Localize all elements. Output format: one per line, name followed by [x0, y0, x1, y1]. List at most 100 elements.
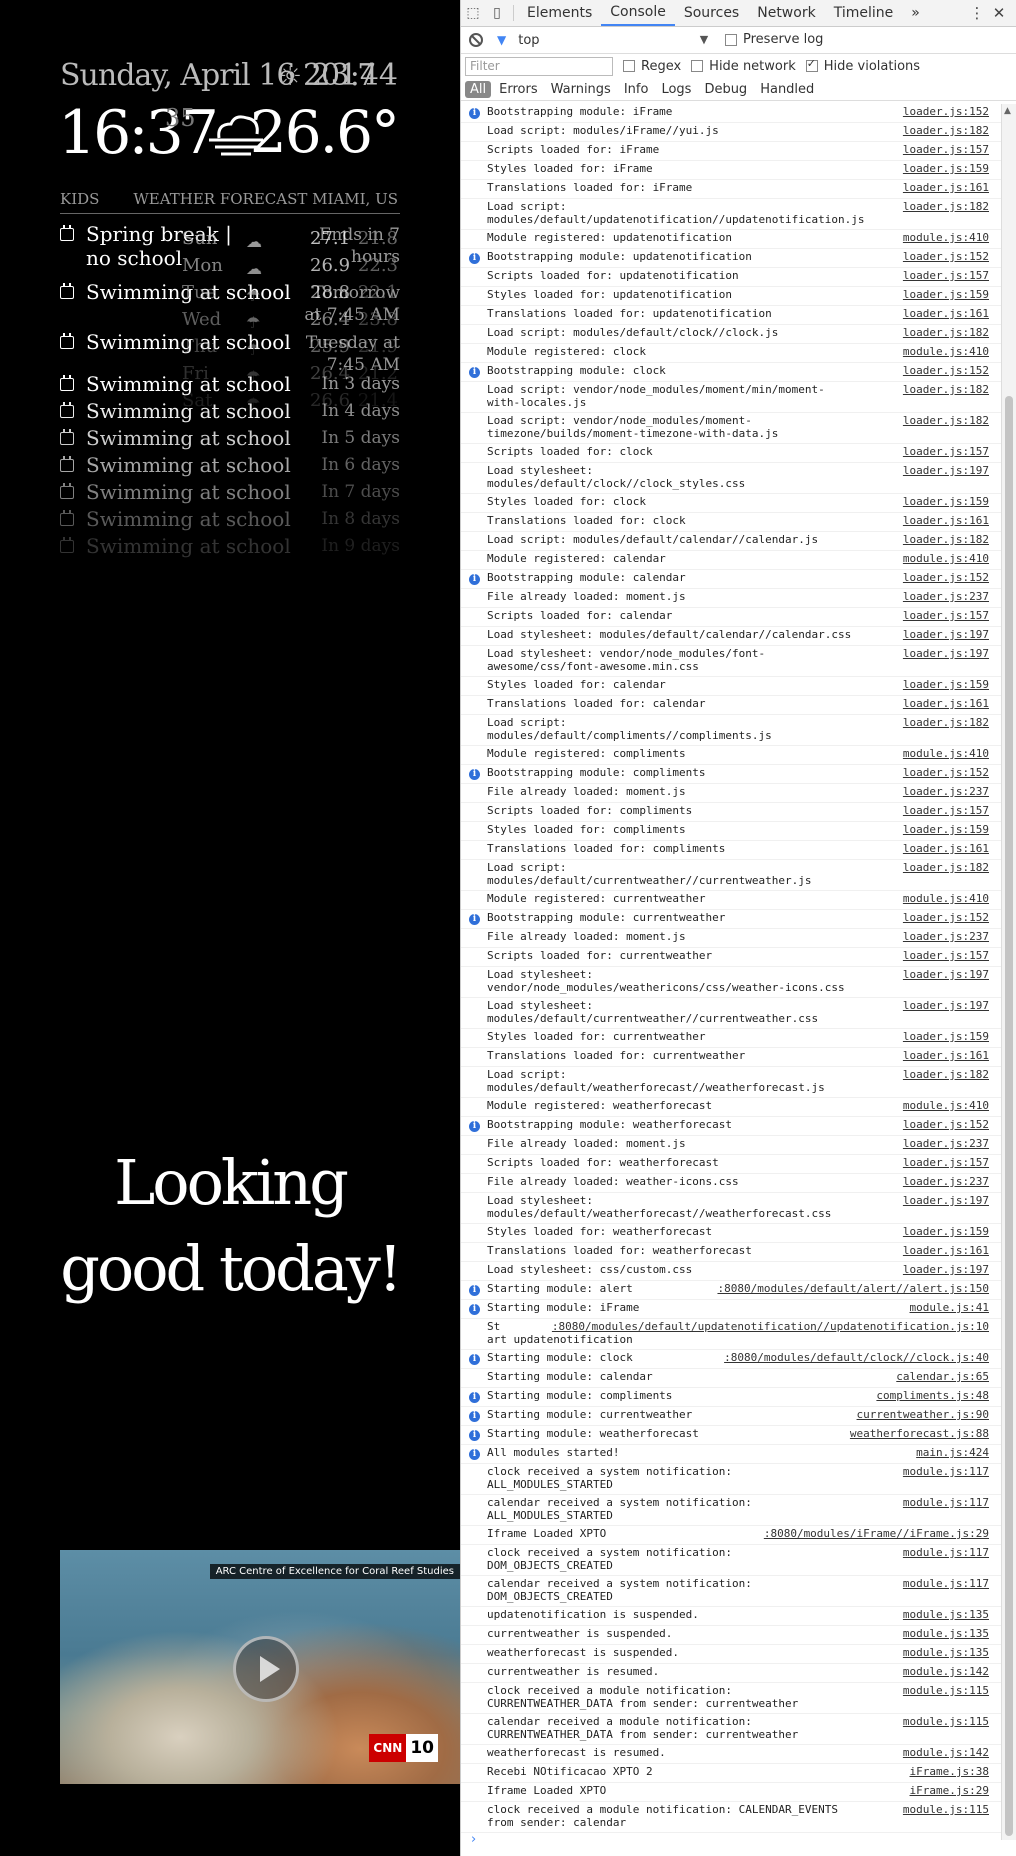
source-link[interactable]: loader.js:152 — [903, 105, 989, 118]
source-link[interactable]: loader.js:182 — [903, 383, 989, 396]
tab-network[interactable]: Network — [748, 0, 824, 26]
tab-elements[interactable]: Elements — [518, 0, 601, 26]
source-link[interactable]: loader.js:159 — [903, 1225, 989, 1238]
source-link[interactable]: loader.js:237 — [903, 930, 989, 943]
source-link[interactable]: module.js:410 — [903, 231, 989, 244]
source-link[interactable]: loader.js:157 — [903, 949, 989, 962]
source-link[interactable]: loader.js:182 — [903, 326, 989, 339]
source-link[interactable]: weatherforecast.js:88 — [850, 1427, 989, 1440]
source-link[interactable]: compliments.js:48 — [876, 1389, 989, 1402]
source-link[interactable]: loader.js:157 — [903, 445, 989, 458]
source-link[interactable]: loader.js:159 — [903, 162, 989, 175]
source-link[interactable]: loader.js:161 — [903, 307, 989, 320]
level-info[interactable]: Info — [619, 81, 654, 98]
source-link[interactable]: loader.js:197 — [903, 1263, 989, 1276]
hide-network-checkbox[interactable] — [691, 60, 704, 72]
console-scrollbar[interactable]: ▲ — [1001, 104, 1016, 1840]
source-link[interactable]: module.js:410 — [903, 552, 989, 565]
source-link[interactable]: loader.js:157 — [903, 609, 989, 622]
hide-network-option[interactable]: Hide network — [691, 59, 796, 74]
source-link[interactable]: loader.js:161 — [903, 697, 989, 710]
source-link[interactable]: :8080/modules/iFrame//iFrame.js:29 — [764, 1527, 989, 1540]
source-link[interactable]: loader.js:152 — [903, 766, 989, 779]
preserve-log-checkbox[interactable] — [725, 33, 737, 46]
tab-console[interactable]: Console — [601, 0, 675, 26]
source-link[interactable]: module.js:117 — [903, 1546, 989, 1559]
play-icon[interactable] — [233, 1636, 299, 1702]
inspect-icon[interactable]: ⬚ — [461, 5, 485, 21]
source-link[interactable]: main.js:424 — [916, 1446, 989, 1459]
source-link[interactable]: module.js:135 — [903, 1646, 989, 1659]
source-link[interactable]: iFrame.js:38 — [910, 1765, 989, 1778]
source-link[interactable]: loader.js:159 — [903, 495, 989, 508]
source-link[interactable]: module.js:142 — [903, 1746, 989, 1759]
source-link[interactable]: loader.js:197 — [903, 968, 989, 981]
source-link[interactable]: loader.js:182 — [903, 200, 989, 213]
source-link[interactable]: loader.js:152 — [903, 911, 989, 924]
menu-icon[interactable]: ⋮ — [966, 0, 988, 26]
source-link[interactable]: loader.js:157 — [903, 804, 989, 817]
source-link[interactable]: loader.js:159 — [903, 1030, 989, 1043]
source-link[interactable]: module.js:135 — [903, 1608, 989, 1621]
source-link[interactable]: loader.js:182 — [903, 533, 989, 546]
regex-checkbox[interactable] — [623, 60, 635, 72]
level-errors[interactable]: Errors — [494, 81, 542, 98]
tab-sources[interactable]: Sources — [675, 0, 748, 26]
source-link[interactable]: loader.js:182 — [903, 414, 989, 427]
source-link[interactable]: loader.js:237 — [903, 590, 989, 603]
source-link[interactable]: module.js:115 — [903, 1715, 989, 1728]
source-link[interactable]: :8080/modules/default/updatenotification… — [552, 1320, 989, 1333]
source-link[interactable]: loader.js:161 — [903, 842, 989, 855]
hide-violations-option[interactable]: Hide violations — [805, 57, 920, 74]
filter-icon[interactable]: ▼ — [497, 33, 506, 47]
source-link[interactable]: loader.js:182 — [903, 124, 989, 137]
preserve-log-option[interactable]: Preserve log — [725, 32, 823, 47]
source-link[interactable]: module.js:410 — [903, 345, 989, 358]
source-link[interactable]: loader.js:197 — [903, 999, 989, 1012]
source-link[interactable]: loader.js:182 — [903, 1068, 989, 1081]
regex-option[interactable]: Regex — [623, 59, 681, 74]
source-link[interactable]: loader.js:159 — [903, 288, 989, 301]
source-link[interactable]: loader.js:161 — [903, 1244, 989, 1257]
source-link[interactable]: loader.js:152 — [903, 571, 989, 584]
source-link[interactable]: loader.js:157 — [903, 1156, 989, 1169]
source-link[interactable]: calendar.js:65 — [896, 1370, 989, 1383]
source-link[interactable]: loader.js:161 — [903, 181, 989, 194]
video-player[interactable]: ARC Centre of Excellence for Coral Reef … — [60, 1550, 460, 1784]
level-all[interactable]: All — [465, 80, 492, 98]
source-link[interactable]: module.js:115 — [903, 1684, 989, 1697]
level-logs[interactable]: Logs — [656, 81, 696, 98]
source-link[interactable]: currentweather.js:90 — [857, 1408, 989, 1421]
source-link[interactable]: module.js:117 — [903, 1496, 989, 1509]
source-link[interactable]: loader.js:159 — [903, 678, 989, 691]
hide-violations-checkbox[interactable] — [805, 57, 818, 72]
source-link[interactable]: loader.js:197 — [903, 464, 989, 477]
source-link[interactable]: loader.js:237 — [903, 1175, 989, 1188]
source-link[interactable]: loader.js:197 — [903, 647, 989, 660]
source-link[interactable]: loader.js:157 — [903, 269, 989, 282]
source-link[interactable]: loader.js:182 — [903, 716, 989, 729]
close-icon[interactable]: ✕ — [988, 0, 1010, 26]
source-link[interactable]: :8080/modules/default/clock//clock.js:40 — [724, 1351, 989, 1364]
level-warnings[interactable]: Warnings — [546, 81, 616, 98]
source-link[interactable]: module.js:410 — [903, 747, 989, 760]
source-link[interactable]: loader.js:197 — [903, 1194, 989, 1207]
source-link[interactable]: module.js:41 — [910, 1301, 989, 1314]
source-link[interactable]: loader.js:197 — [903, 628, 989, 641]
source-link[interactable]: loader.js:152 — [903, 364, 989, 377]
source-link[interactable]: loader.js:161 — [903, 514, 989, 527]
more-tabs-icon[interactable]: » — [902, 0, 929, 26]
source-link[interactable]: module.js:135 — [903, 1627, 989, 1640]
source-link[interactable]: module.js:115 — [903, 1803, 989, 1816]
source-link[interactable]: loader.js:182 — [903, 861, 989, 874]
filter-input[interactable]: Filter — [465, 56, 613, 76]
source-link[interactable]: loader.js:159 — [903, 823, 989, 836]
source-link[interactable]: loader.js:152 — [903, 1118, 989, 1131]
console-prompt[interactable]: › — [471, 1832, 476, 1847]
level-debug[interactable]: Debug — [699, 81, 752, 98]
tab-timeline[interactable]: Timeline — [825, 0, 903, 26]
source-link[interactable]: loader.js:237 — [903, 1137, 989, 1150]
source-link[interactable]: module.js:410 — [903, 1099, 989, 1112]
source-link[interactable]: loader.js:157 — [903, 143, 989, 156]
level-handled[interactable]: Handled — [755, 81, 819, 98]
